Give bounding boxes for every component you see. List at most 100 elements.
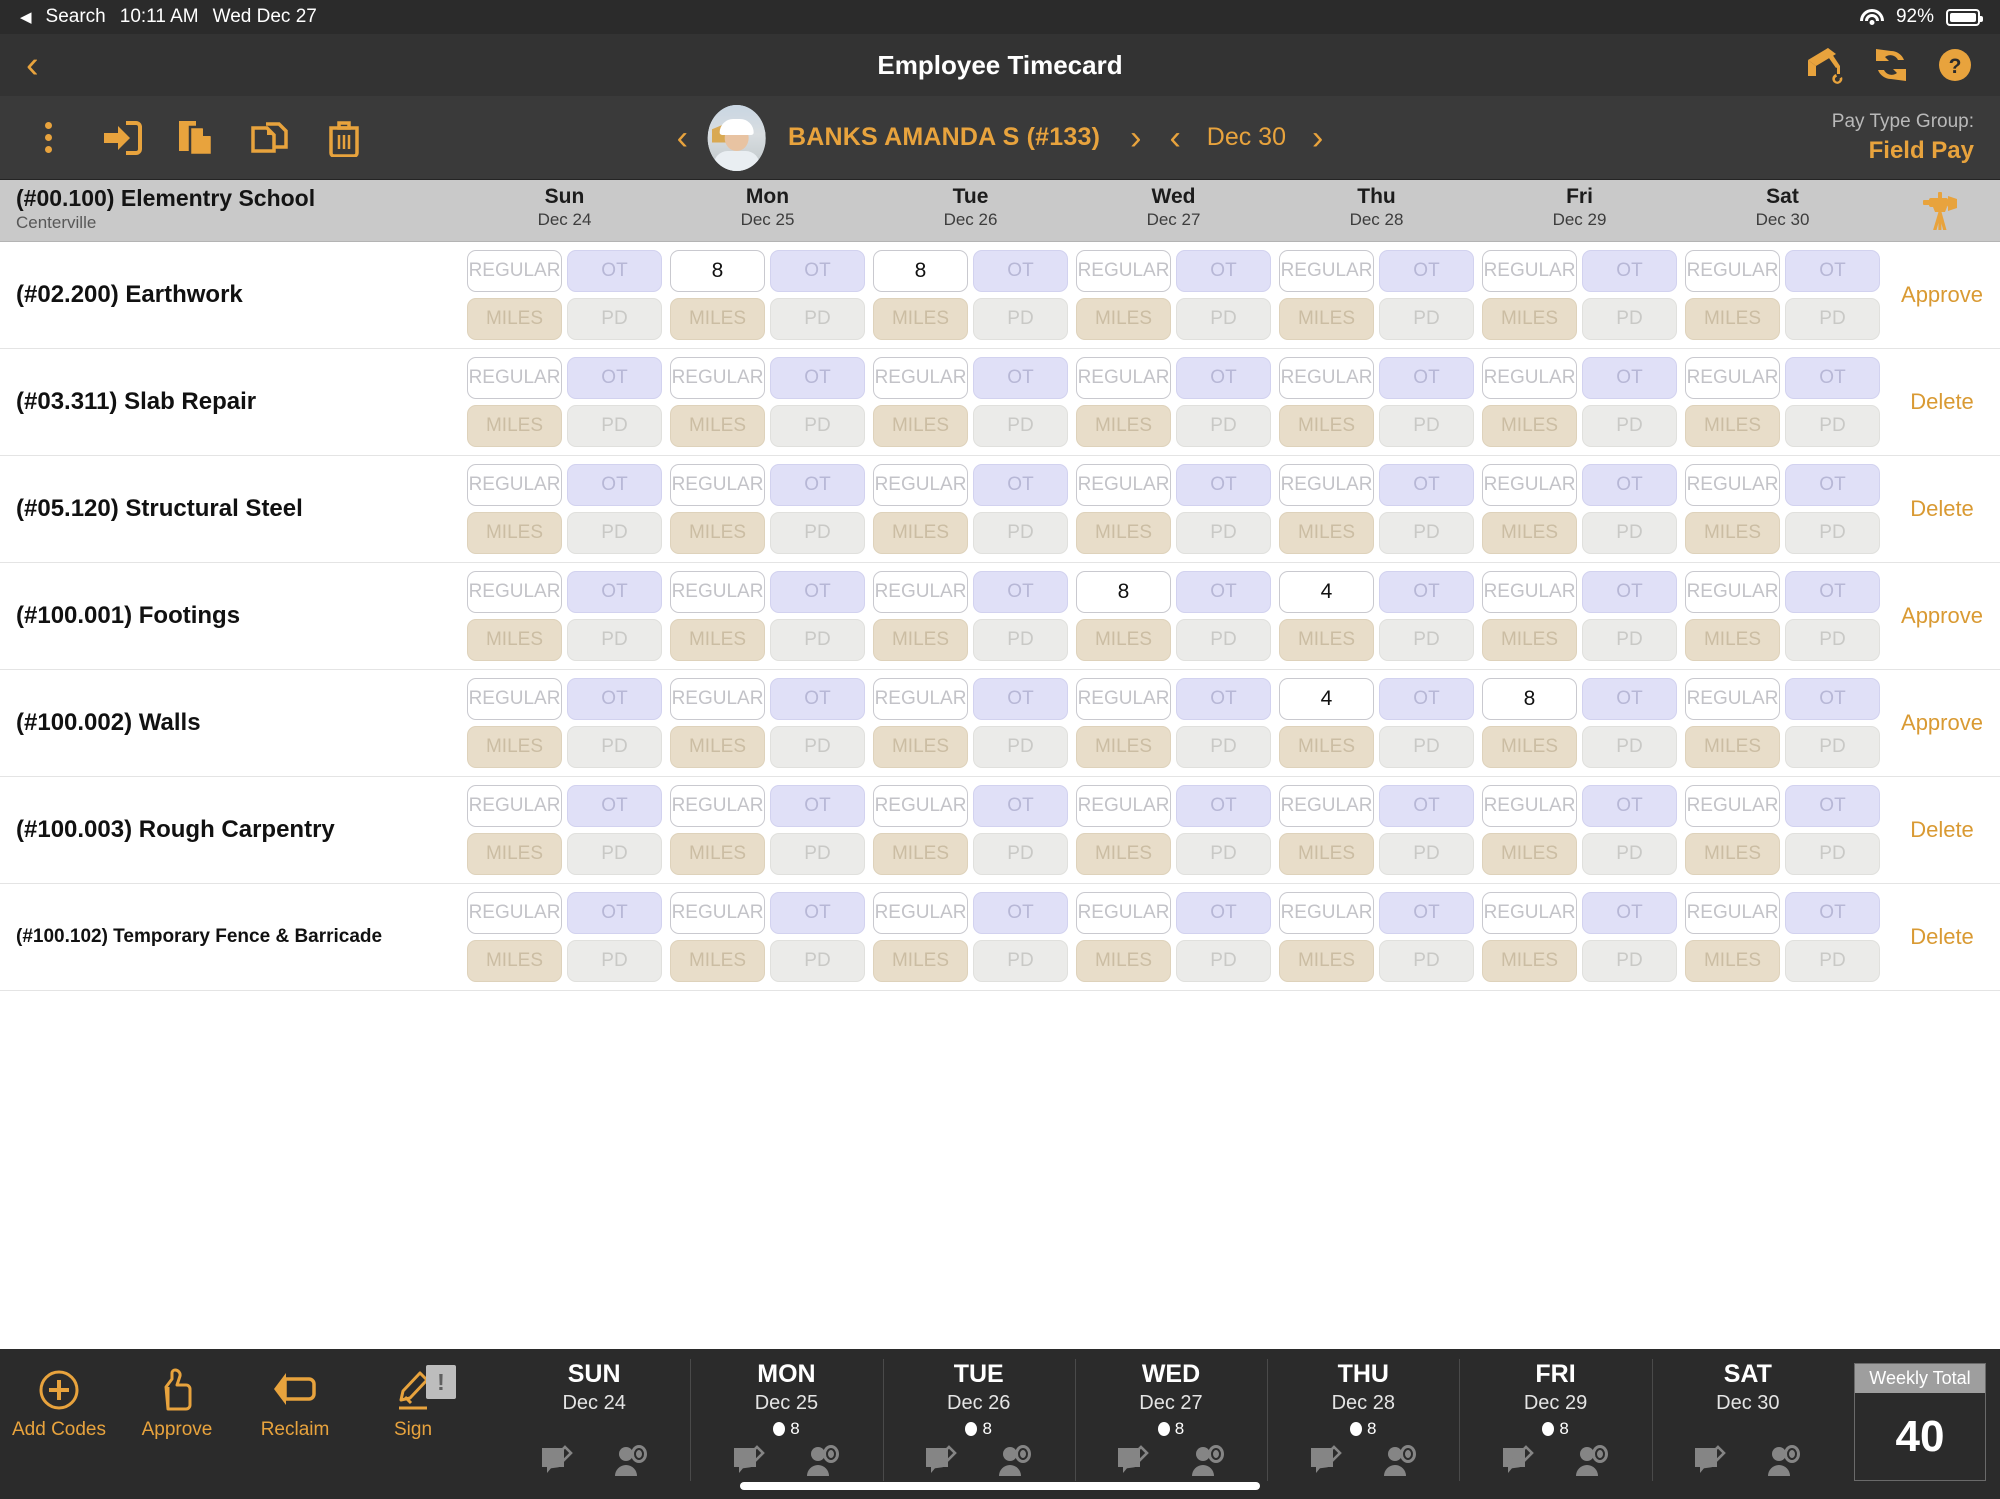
regular-cell-wed[interactable]: 8 [1076,571,1171,613]
summary-day-wed[interactable]: WEDDec 278 [1075,1349,1267,1499]
person-time-icon[interactable] [1382,1445,1418,1484]
pd-cell-sat[interactable]: PD [1785,298,1880,340]
ot-cell-thu[interactable]: OT [1379,678,1474,720]
day-header-sun[interactable]: SunDec 24 [463,180,666,241]
employee-name[interactable]: BANKS AMANDA S (#133) [772,123,1116,152]
miles-cell-fri[interactable]: MILES [1482,405,1577,447]
sign-button[interactable]: Sign! [354,1363,472,1441]
cost-code-label[interactable]: (#100.002) Walls [0,670,463,776]
regular-cell-thu[interactable]: REGULAR [1279,464,1374,506]
regular-cell-sun[interactable]: REGULAR [467,892,562,934]
ot-cell-sun[interactable]: OT [567,357,662,399]
row-action-button[interactable]: Approve [1901,282,1983,308]
ot-cell-tue[interactable]: OT [973,250,1068,292]
regular-cell-mon[interactable]: REGULAR [670,678,765,720]
sync-icon[interactable] [1872,47,1910,83]
pay-type-group-value[interactable]: Field Pay [1832,137,1974,165]
regular-cell-fri[interactable]: REGULAR [1482,892,1577,934]
ot-cell-tue[interactable]: OT [973,678,1068,720]
pd-cell-sat[interactable]: PD [1785,726,1880,768]
ot-cell-mon[interactable]: OT [770,678,865,720]
ot-cell-tue[interactable]: OT [973,892,1068,934]
regular-cell-sat[interactable]: REGULAR [1685,464,1780,506]
pd-cell-thu[interactable]: PD [1379,512,1474,554]
approve-button[interactable]: Approve [118,1363,236,1441]
regular-cell-sun[interactable]: REGULAR [467,785,562,827]
ot-cell-thu[interactable]: OT [1379,357,1474,399]
miles-cell-mon[interactable]: MILES [670,298,765,340]
miles-cell-mon[interactable]: MILES [670,833,765,875]
note-edit-icon[interactable] [1693,1445,1727,1484]
ot-cell-sat[interactable]: OT [1785,571,1880,613]
miles-cell-tue[interactable]: MILES [873,512,968,554]
miles-cell-tue[interactable]: MILES [873,940,968,982]
person-time-icon[interactable] [1190,1445,1226,1484]
regular-cell-fri[interactable]: REGULAR [1482,571,1577,613]
pd-cell-fri[interactable]: PD [1582,619,1677,661]
day-header-fri[interactable]: FriDec 29 [1478,180,1681,241]
ot-cell-fri[interactable]: OT [1582,357,1677,399]
regular-cell-sun[interactable]: REGULAR [467,571,562,613]
ot-cell-tue[interactable]: OT [973,785,1068,827]
miles-cell-sun[interactable]: MILES [467,726,562,768]
regular-cell-wed[interactable]: REGULAR [1076,250,1171,292]
day-header-sat[interactable]: SatDec 30 [1681,180,1884,241]
miles-cell-wed[interactable]: MILES [1076,405,1171,447]
regular-cell-sat[interactable]: REGULAR [1685,678,1780,720]
pd-cell-mon[interactable]: PD [770,298,865,340]
miles-cell-sat[interactable]: MILES [1685,405,1780,447]
miles-cell-wed[interactable]: MILES [1076,940,1171,982]
note-edit-icon[interactable] [732,1445,766,1484]
miles-cell-fri[interactable]: MILES [1482,619,1577,661]
miles-cell-sat[interactable]: MILES [1685,726,1780,768]
ot-cell-mon[interactable]: OT [770,464,865,506]
summary-day-fri[interactable]: FRIDec 298 [1459,1349,1651,1499]
ot-cell-sat[interactable]: OT [1785,250,1880,292]
miles-cell-fri[interactable]: MILES [1482,298,1577,340]
miles-cell-wed[interactable]: MILES [1076,619,1171,661]
miles-cell-sun[interactable]: MILES [467,833,562,875]
regular-cell-sat[interactable]: REGULAR [1685,250,1780,292]
pd-cell-sun[interactable]: PD [567,726,662,768]
status-back-label[interactable]: Search [46,6,106,28]
ot-cell-tue[interactable]: OT [973,357,1068,399]
pd-cell-mon[interactable]: PD [770,940,865,982]
regular-cell-fri[interactable]: REGULAR [1482,785,1577,827]
more-options-icon[interactable] [26,116,70,160]
day-header-thu[interactable]: ThuDec 28 [1275,180,1478,241]
status-back-arrow-icon[interactable]: ◀ [20,8,32,26]
crane-icon[interactable] [1806,46,1846,84]
person-time-icon[interactable] [805,1445,841,1484]
regular-cell-fri[interactable]: REGULAR [1482,250,1577,292]
next-employee-button[interactable]: › [1116,121,1155,155]
ot-cell-wed[interactable]: OT [1176,678,1271,720]
pd-cell-thu[interactable]: PD [1379,940,1474,982]
pd-cell-mon[interactable]: PD [770,512,865,554]
cost-code-label[interactable]: (#100.102) Temporary Fence & Barricade [0,884,463,990]
regular-cell-thu[interactable]: 4 [1279,678,1374,720]
row-action-button[interactable]: Delete [1910,389,1974,415]
miles-cell-wed[interactable]: MILES [1076,833,1171,875]
miles-cell-thu[interactable]: MILES [1279,619,1374,661]
miles-cell-fri[interactable]: MILES [1482,833,1577,875]
note-edit-icon[interactable] [1501,1445,1535,1484]
ot-cell-thu[interactable]: OT [1379,785,1474,827]
ot-cell-mon[interactable]: OT [770,250,865,292]
row-action-button[interactable]: Approve [1901,710,1983,736]
regular-cell-sun[interactable]: REGULAR [467,357,562,399]
pd-cell-fri[interactable]: PD [1582,833,1677,875]
ot-cell-wed[interactable]: OT [1176,357,1271,399]
pd-cell-tue[interactable]: PD [973,405,1068,447]
import-icon[interactable] [100,116,144,160]
ot-cell-tue[interactable]: OT [973,571,1068,613]
regular-cell-tue[interactable]: REGULAR [873,785,968,827]
ot-cell-thu[interactable]: OT [1379,464,1474,506]
regular-cell-thu[interactable]: REGULAR [1279,357,1374,399]
regular-cell-thu[interactable]: 4 [1279,571,1374,613]
job-header[interactable]: (#00.100) Elementry School Centerville [0,180,463,241]
ot-cell-mon[interactable]: OT [770,892,865,934]
pd-cell-wed[interactable]: PD [1176,940,1271,982]
day-header-wed[interactable]: WedDec 27 [1072,180,1275,241]
pd-cell-tue[interactable]: PD [973,512,1068,554]
miles-cell-wed[interactable]: MILES [1076,298,1171,340]
